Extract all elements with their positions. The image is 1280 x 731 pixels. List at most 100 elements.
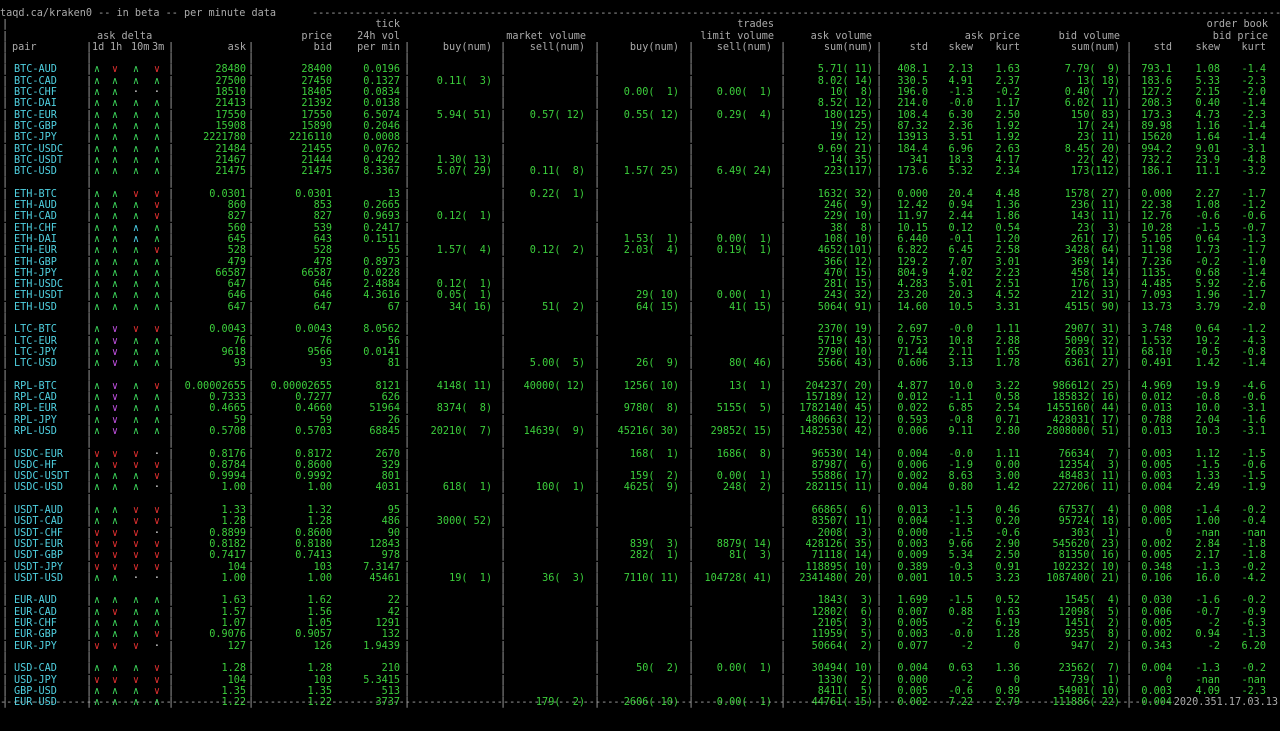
pair-label[interactable]: USDC-USDT [14, 471, 84, 482]
table-row[interactable]: | | | | | | | | | | | BTC-CAD ∧ ∧ ∧ ∧ 27500 27450 0.1327 0.… [0, 76, 1280, 87]
pair-label[interactable]: ETH-AUD [14, 200, 84, 211]
table-row[interactable]: | | | | | | | | | | | USD-CAD ∧ ∧ ∧ ∨ 1.28 1.28 210 50( 2) 0… [0, 663, 1280, 674]
table-row[interactable]: | | | | | | | | | | | EUR-JPY ∨ ∨ ∨ · 127 126 1.9439 50664(… [0, 641, 1280, 652]
table-row[interactable]: | | | | | | | | | | | RPL-CAD ∧ ∨ ∧ ∧ 0.7333 0.7277 626 157… [0, 392, 1280, 403]
pair-label[interactable]: ETH-BTC [14, 189, 84, 200]
table-row[interactable]: | | | | | | | | | | | LTC-JPY ∧ ∨ ∧ ∧ 9618 9566 0.0141 2790… [0, 347, 1280, 358]
pair-label[interactable]: RPL-CAD [14, 392, 84, 403]
table-row[interactable]: | | | | | | | | | | | USDT-GBP ∨ ∨ ∨ ∨ 0.7417 0.7413 978 28… [0, 550, 1280, 561]
table-row[interactable]: | | | | | | | | | | | USDT-EUR ∨ ∨ ∨ ∨ 0.8182 0.8180 12843… [0, 539, 1280, 550]
table-row[interactable]: | | | | | | | | | | | ETH-JPY ∧ ∧ ∧ ∧ 66587 66587 0.0228 47… [0, 268, 1280, 279]
pair-label[interactable]: RPL-BTC [14, 381, 84, 392]
table-row[interactable]: | | | | | | | | | | | EUR-CAD ∧ ∨ ∧ ∧ 1.57 1.56 42 12802( 6… [0, 607, 1280, 618]
pair-label[interactable]: EUR-GBP [14, 629, 84, 640]
table-row[interactable]: | | | | | | | | | | | EUR-GBP ∧ ∧ ∧ ∨ 0.9076 0.9057 132 119… [0, 629, 1280, 640]
table-row[interactable]: | | | | | | | | | | | LTC-EUR ∧ ∨ ∧ ∧ 76 76 56 5719( 43) 0.7… [0, 336, 1280, 347]
pair-label[interactable]: EUR-CHF [14, 618, 84, 629]
pair-label[interactable]: BTC-EUR [14, 110, 84, 121]
pair-label[interactable]: LTC-BTC [14, 324, 84, 335]
table-row[interactable]: | | | | | | | | | | | LTC-BTC ∧ ∨ ∨ ∨ 0.0043 0.0043 8.0562… [0, 324, 1280, 335]
table-row[interactable]: | | | | | | | | | | | USDC-HF ∧ ∨ ∨ ∨ 0.8784 0.8600 329 879… [0, 460, 1280, 471]
table-row[interactable]: | | | | | | | | | | | EUR-CHF ∧ ∧ ∧ ∧ 1.07 1.05 1291 2105( … [0, 618, 1280, 629]
table-row[interactable]: | | | | | | | | | | | BTC-USDC ∧ ∧ ∧ ∧ 21484 21455 0.0762 9… [0, 144, 1280, 155]
table-row[interactable]: | | | | | | | | | | | ETH-CAD ∧ ∧ ∧ ∨ 827 827 0.9693 0.12( … [0, 211, 1280, 222]
pair-label[interactable]: ETH-CAD [14, 211, 84, 222]
table-row[interactable]: | | | | | | | | | | | USD-JPY ∨ ∨ ∨ ∨ 104 103 5.3415 1330( … [0, 675, 1280, 686]
pair-label[interactable]: BTC-DAI [14, 98, 84, 109]
pair-label[interactable]: BTC-GBP [14, 121, 84, 132]
table-row[interactable]: | | | | | | | | | | | BTC-EUR ∧ ∧ ∧ ∧ 17550 17550 6.5074 5.… [0, 110, 1280, 121]
table-row[interactable]: | | | | | | | | | | | LTC-USD ∧ ∨ ∧ ∧ 93 93 81 5.00( 5) 26( … [0, 358, 1280, 369]
pair-label[interactable]: LTC-USD [14, 358, 84, 369]
pair-label[interactable]: GBP-USD [14, 686, 84, 697]
pair-label[interactable]: LTC-EUR [14, 336, 84, 347]
pair-label[interactable]: USDC-USD [14, 482, 84, 493]
pair-label[interactable]: USDC-HF [14, 460, 84, 471]
table-row[interactable]: | | | | | | | | | | | BTC-USDT ∧ ∧ ∧ ∧ 21467 21444 0.4292 1… [0, 155, 1280, 166]
pair-label[interactable]: ETH-DAI [14, 234, 84, 245]
pair-label[interactable]: LTC-JPY [14, 347, 84, 358]
table-row[interactable]: | | | | | | | | | | | BTC-CHF ∧ ∧ · · 18510 18405 0.0834 0.… [0, 87, 1280, 98]
pair-label[interactable]: USDT-USD [14, 573, 84, 584]
table-row[interactable]: | | | | | | | | | | | USDC-EUR ∨ ∨ ∨ · 0.8176 0.8172 2670 1… [0, 449, 1280, 460]
table-row[interactable]: | | | | | | | | | | | GBP-USD ∧ ∧ ∧ ∨ 1.35 1.35 513 8411( 5… [0, 686, 1280, 697]
table-row[interactable]: | | | | | | | | | | | RPL-JPY ∧ ∨ ∧ ∧ 59 59 26 480663( 12) 0… [0, 415, 1280, 426]
pair-label[interactable]: BTC-AUD [14, 64, 84, 75]
table-row[interactable]: | | | | | | | | | | | ETH-USDT ∧ ∧ ∧ ∧ 646 646 4.3616 0.05(… [0, 290, 1280, 301]
table-row[interactable]: | | | | | | | | | | | USDT-CHF ∨ ∨ ∨ · 0.8899 0.8600 90 200… [0, 528, 1280, 539]
table-row[interactable]: | | | | | | | | | | | USDT-CAD ∧ ∧ ∨ ∨ 1.28 1.28 486 3000( … [0, 516, 1280, 527]
pair-label[interactable]: ETH-JPY [14, 268, 84, 279]
pair-label[interactable]: USDT-AUD [14, 505, 84, 516]
table-row[interactable]: | | | | | | | | | | | ETH-CHF ∧ ∧ ∧ ∧ 560 539 0.2417 38( 8)… [0, 223, 1280, 234]
pair-label[interactable]: USD-JPY [14, 675, 84, 686]
pair-label[interactable]: BTC-CAD [14, 76, 84, 87]
pair-label[interactable]: USDT-EUR [14, 539, 84, 550]
pair-label[interactable]: USDT-CHF [14, 528, 84, 539]
table-row[interactable]: | | | | | | | | | | | USDT-JPY ∨ ∨ ∨ ∨ 104 103 7.3147 11889… [0, 562, 1280, 573]
pair-label[interactable]: USDT-JPY [14, 562, 84, 573]
table-row[interactable]: | | | | | | | | | | | BTC-DAI ∧ ∧ ∧ ∧ 21413 21392 0.0138 8.… [0, 98, 1280, 109]
pair-label[interactable]: ETH-GBP [14, 257, 84, 268]
pair-label[interactable]: USDT-CAD [14, 516, 84, 527]
pair-label[interactable]: ETH-USDC [14, 279, 84, 290]
table-row[interactable]: | | | | | | | | | | | USDT-USD ∧ ∧ · · 1.00 1.00 45461 19( … [0, 573, 1280, 584]
pair-label[interactable]: ETH-USDT [14, 290, 84, 301]
table-row[interactable]: | | | | | | | | | | | RPL-EUR ∧ ∨ ∧ ∧ 0.4665 0.4660 51964 8… [0, 403, 1280, 414]
table-row[interactable]: | | | | | | | | | | | RPL-USD ∧ ∨ ∧ ∧ 0.5708 0.5703 68845 2… [0, 426, 1280, 437]
table-row[interactable]: | | | | | | | | | | | ETH-USD ∧ ∧ ∧ ∧ 647 647 67 34( 16) 51(… [0, 302, 1280, 313]
table-row[interactable]: | | | | | | | | | | | EUR-AUD ∧ ∧ ∧ ∧ 1.63 1.62 22 1843( 3)… [0, 595, 1280, 606]
pair-label[interactable]: USDT-GBP [14, 550, 84, 561]
table-row[interactable]: | | | | | | | | | | | BTC-GBP ∧ ∧ ∧ ∧ 15908 15890 0.2046 19… [0, 121, 1280, 132]
pair-label[interactable]: USDC-EUR [14, 449, 84, 460]
pair-label[interactable]: BTC-USD [14, 166, 84, 177]
table-row[interactable]: | | | | | | | | | | | USDC-USDT ∧ ∧ ∧ ∨ 0.9994 0.9992 801 1… [0, 471, 1280, 482]
pair-label[interactable]: BTC-USDC [14, 144, 84, 155]
table-row[interactable]: | | | | | | | | | | | BTC-JPY ∧ ∧ ∧ ∧ 2221780 2216110 0.00… [0, 132, 1280, 143]
table-row[interactable]: | | | | | | | | | | | ETH-EUR ∧ ∧ ∧ ∨ 528 528 55 1.57( 4) 0.… [0, 245, 1280, 256]
pair-label[interactable]: ETH-EUR [14, 245, 84, 256]
table-row[interactable]: | | | | | | | | | | | USDC-USD ∧ ∧ ∧ · 1.00 1.00 4031 618( … [0, 482, 1280, 493]
table-row[interactable]: | | | | | | | | | | | ETH-DAI ∧ ∧ ∧ ∧ 645 643 0.1511 1.53( … [0, 234, 1280, 245]
pair-label[interactable]: ETH-USD [14, 302, 84, 313]
pair-label[interactable]: USD-CAD [14, 663, 84, 674]
pair-label[interactable]: BTC-CHF [14, 87, 84, 98]
pair-label[interactable]: RPL-USD [14, 426, 84, 437]
cell-per-min: 4.3616 [363, 290, 400, 302]
table-row[interactable]: | | | | | | | | | | | RPL-BTC ∧ ∨ ∧ ∨ 0.00002655 0.000026… [0, 381, 1280, 392]
table-row[interactable]: | | | | | | | | | | | USDT-AUD ∧ ∧ ∨ ∨ 1.33 1.32 95 66865( … [0, 505, 1280, 516]
pair-label[interactable]: EUR-AUD [14, 595, 84, 606]
table-row[interactable]: | | | | | | | | | | | BTC-USD ∧ ∧ ∧ ∧ 21475 21475 8.3367 5.… [0, 166, 1280, 177]
table-row[interactable]: | | | | | | | | | | | ETH-BTC ∧ ∧ ∨ ∨ 0.0301 0.0301 13 0.22… [0, 189, 1280, 200]
table-row[interactable]: | | | | | | | | | | | ETH-GBP ∧ ∧ ∧ ∧ 479 478 0.8973 366( 1… [0, 257, 1280, 268]
pair-label[interactable]: RPL-JPY [14, 415, 84, 426]
pair-label[interactable]: EUR-JPY [14, 641, 84, 652]
pair-label[interactable]: BTC-USDT [14, 155, 84, 166]
pair-label[interactable]: EUR-CAD [14, 607, 84, 618]
pair-label[interactable]: BTC-JPY [14, 132, 84, 143]
pair-label[interactable]: ETH-CHF [14, 223, 84, 234]
table-row[interactable]: | | | | | | | | | | | BTC-AUD ∧ ∨ ∧ ∨ 28480 28400 0.0196 5.… [0, 64, 1280, 75]
column-separator: | [2, 538, 9, 550]
table-row[interactable]: | | | | | | | | | | | ETH-USDC ∧ ∧ ∧ ∧ 647 646 2.4884 0.12(… [0, 279, 1280, 290]
table-row[interactable]: | | | | | | | | | | | ETH-AUD ∧ ∧ ∧ ∨ 860 853 0.2665 246( 9… [0, 200, 1280, 211]
pair-label[interactable]: RPL-EUR [14, 403, 84, 414]
